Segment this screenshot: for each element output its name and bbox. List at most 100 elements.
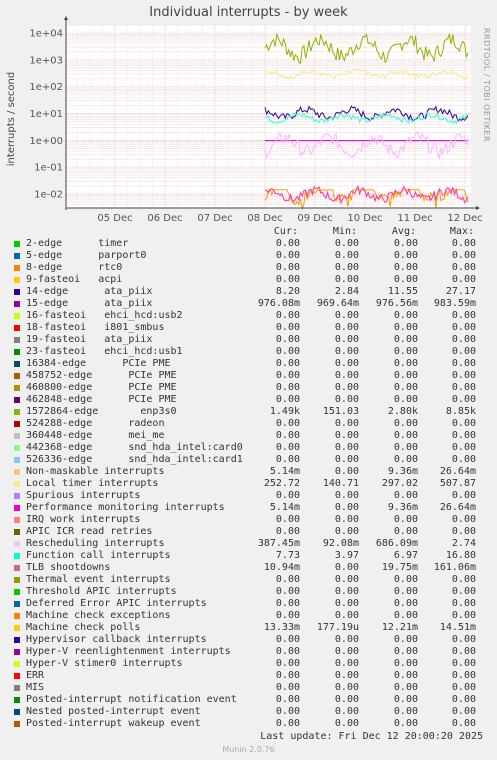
y-tick-label: 1e-02 bbox=[34, 189, 63, 200]
legend-label: 2-edge timer bbox=[26, 238, 129, 249]
legend-cur-value: 0.00 bbox=[275, 442, 300, 453]
legend-row: Machine check polls 13.33m 177.19u 12.21m 14… bbox=[0, 622, 497, 634]
legend-avg-value: 0.00 bbox=[393, 694, 418, 705]
legend-max-value: 0.00 bbox=[451, 670, 476, 681]
legend-row: Deferred Error APIC interrupts 0.00 0.00 0.… bbox=[0, 598, 497, 610]
legend-label: MIS bbox=[26, 682, 45, 693]
legend-min-value: 969.64m bbox=[316, 298, 359, 309]
legend-avg-value: 0.00 bbox=[393, 634, 418, 645]
legend-min-value: 0.00 bbox=[334, 706, 359, 717]
legend-swatch bbox=[14, 421, 20, 427]
legend-row: Function call interrupts 7.73 3.97 6.97 16.8… bbox=[0, 550, 497, 562]
legend-min-value: 0.00 bbox=[334, 574, 359, 585]
x-tick-label: 10 Dec bbox=[347, 213, 382, 224]
last-update: Last update: Fri Dec 12 20:00:20 2025 bbox=[260, 731, 483, 742]
legend-swatch bbox=[14, 241, 20, 247]
legend-max-value: 0.00 bbox=[451, 430, 476, 441]
legend-swatch bbox=[14, 349, 20, 355]
y-tick-label: 1e+00 bbox=[29, 136, 63, 147]
legend-swatch bbox=[14, 529, 20, 535]
legend-avg-value: 0.00 bbox=[393, 586, 418, 597]
legend-cur-value: 0.00 bbox=[275, 454, 300, 465]
legend-cur-value: 0.00 bbox=[275, 586, 300, 597]
legend-row: Nested posted-interrupt event 0.00 0.00 0.0… bbox=[0, 706, 497, 718]
legend-min-value: 0.00 bbox=[334, 394, 359, 405]
legend-min-value: 0.00 bbox=[334, 238, 359, 249]
legend-row: Hyper-V stimer0 interrupts 0.00 0.00 0.00 0.… bbox=[0, 658, 497, 670]
legend-max-value: 0.00 bbox=[451, 646, 476, 657]
legend-min-value: 0.00 bbox=[334, 718, 359, 729]
legend-min-value: 0.00 bbox=[334, 598, 359, 609]
legend-min-value: 0.00 bbox=[334, 358, 359, 369]
legend-max-value: 161.06m bbox=[433, 562, 476, 573]
legend-avg-value: 19.75m bbox=[381, 562, 418, 573]
y-axis-arrow bbox=[64, 16, 68, 20]
legend-min-value: 0.00 bbox=[334, 442, 359, 453]
legend-row: Posted-interrupt wakeup event 0.00 0.00 0.0… bbox=[0, 718, 497, 730]
legend-min-value: 0.00 bbox=[334, 670, 359, 681]
legend-min-value: 0.00 bbox=[334, 310, 359, 321]
legend-label: 1572864-edge enp3s0 bbox=[26, 406, 177, 417]
legend-avg-value: 0.00 bbox=[393, 238, 418, 249]
legend-cur-value: 0.00 bbox=[275, 430, 300, 441]
legend-label: 18-fasteoi i801_smbus bbox=[26, 322, 165, 333]
legend-max-value: 26.64m bbox=[439, 466, 476, 477]
legend-avg-value: 0.00 bbox=[393, 526, 418, 537]
legend-swatch bbox=[14, 385, 20, 391]
legend-avg-value: 2.80k bbox=[387, 406, 418, 417]
legend-max-value: 27.17 bbox=[445, 286, 476, 297]
legend-cur-value: 1.49k bbox=[269, 406, 300, 417]
legend-row: 16-fasteoi ehci_hcd:usb2 0.00 0.00 0.00 0.00 bbox=[0, 310, 497, 322]
legend-cur-value: 0.00 bbox=[275, 322, 300, 333]
legend-cur-value: 0.00 bbox=[275, 250, 300, 261]
legend-min-value: 0.00 bbox=[334, 262, 359, 273]
legend-row: 460800-edge PCIe PME 0.00 0.00 0.00 0.00 bbox=[0, 382, 497, 394]
legend-avg-value: 0.00 bbox=[393, 574, 418, 585]
legend-min-value: 0.00 bbox=[334, 634, 359, 645]
legend-avg-value: 0.00 bbox=[393, 382, 418, 393]
legend-avg-value: 0.00 bbox=[393, 358, 418, 369]
legend-label: Local timer interrupts bbox=[26, 478, 159, 489]
legend-label: Hypervisor callback interrupts bbox=[26, 634, 207, 645]
x-tick-label: 12 Dec bbox=[447, 213, 482, 224]
legend-min-value: 0.00 bbox=[334, 562, 359, 573]
legend-cur-value: 0.00 bbox=[275, 274, 300, 285]
legend-label: ERR bbox=[26, 670, 45, 681]
legend-avg-value: 0.00 bbox=[393, 490, 418, 501]
legend-swatch bbox=[14, 445, 20, 451]
legend-cur-value: 0.00 bbox=[275, 490, 300, 501]
legend-label: 19-fasteoi ata_piix bbox=[26, 334, 153, 345]
legend-avg-value: 0.00 bbox=[393, 670, 418, 681]
legend-max-value: 0.00 bbox=[451, 442, 476, 453]
legend-avg-value: 0.00 bbox=[393, 346, 418, 357]
legend-min-value: 0.00 bbox=[334, 586, 359, 597]
col-cur-header: Cur: bbox=[273, 226, 298, 237]
legend-avg-value: 0.00 bbox=[393, 610, 418, 621]
legend-max-value: 0.00 bbox=[451, 574, 476, 585]
legend-label: APIC ICR read retries bbox=[26, 526, 153, 537]
x-tick-label: 06 Dec bbox=[147, 213, 182, 224]
legend-swatch bbox=[14, 481, 20, 487]
legend-min-value: 0.00 bbox=[334, 526, 359, 537]
legend-row: 5-edge parport0 0.00 0.00 0.00 0.00 bbox=[0, 250, 497, 262]
legend-max-value: 0.00 bbox=[451, 274, 476, 285]
legend-header: Cur: Min: Avg: Max: bbox=[0, 226, 497, 238]
legend-swatch bbox=[14, 709, 20, 715]
legend-row: 23-fasteoi ehci_hcd:usb1 0.00 0.00 0.00 0.00 bbox=[0, 346, 497, 358]
legend-min-value: 0.00 bbox=[334, 418, 359, 429]
legend-avg-value: 0.00 bbox=[393, 706, 418, 717]
legend-label: 360448-edge mei_me bbox=[26, 430, 165, 441]
legend-cur-value: 0.00 bbox=[275, 418, 300, 429]
legend-swatch bbox=[14, 685, 20, 691]
legend-max-value: 0.00 bbox=[451, 418, 476, 429]
legend-row: Hypervisor callback interrupts 0.00 0.00 0.… bbox=[0, 634, 497, 646]
legend-swatch bbox=[14, 265, 20, 271]
legend-min-value: 0.00 bbox=[334, 346, 359, 357]
legend-row: 462848-edge PCIe PME 0.00 0.00 0.00 0.00 bbox=[0, 394, 497, 406]
legend-swatch bbox=[14, 313, 20, 319]
legend-cur-value: 0.00 bbox=[275, 718, 300, 729]
legend-label: 16-fasteoi ehci_hcd:usb2 bbox=[26, 310, 183, 321]
legend-swatch bbox=[14, 325, 20, 331]
legend-swatch bbox=[14, 373, 20, 379]
legend-swatch bbox=[14, 649, 20, 655]
